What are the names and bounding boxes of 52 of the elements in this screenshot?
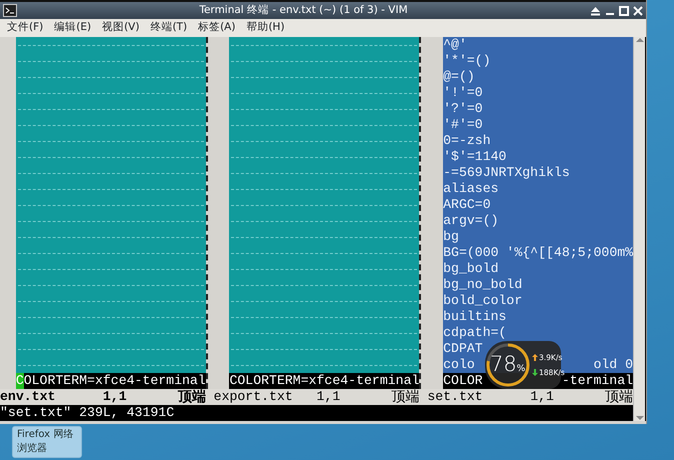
eject-icon[interactable]	[590, 6, 601, 16]
code-line: COLOR	[443, 373, 483, 389]
menu-item[interactable]: 终端(T)	[150, 20, 188, 36]
code-line: '$'=1140	[443, 149, 506, 165]
cursor-position: 1,1	[316, 389, 342, 405]
code-line: argv=()	[443, 213, 499, 229]
code-line: bg_no_bold	[443, 277, 522, 293]
menu-item[interactable]: 视图(V)	[102, 20, 140, 36]
file-name: env.txt	[0, 389, 56, 405]
scrollbar[interactable]	[633, 37, 646, 421]
code-line: CDPAT	[443, 341, 483, 357]
menu-item[interactable]: 帮助(H)	[246, 20, 285, 36]
taskbar-button[interactable]: Firefox 网络浏览器	[12, 426, 82, 458]
code-line: colo	[443, 357, 475, 373]
menu-item[interactable]: 编辑(E)	[54, 20, 92, 36]
code-line: BG=(000 '%{^[[48;5;000m%	[443, 245, 634, 261]
code-line: bold_color	[443, 293, 522, 309]
window-title: Terminal 终端 - env.txt (~) (1 of 3) - VIM	[198, 2, 409, 18]
file-name: set.txt	[427, 389, 484, 405]
upload-arrow-icon	[532, 354, 538, 361]
code-line: COLORTERM=xfce4-terminal	[229, 373, 420, 389]
code-line: -=569JNRTXghikls	[443, 165, 570, 181]
scroll-down-icon[interactable]	[636, 415, 644, 421]
code-line: old 0	[593, 357, 634, 373]
usage-percent: 78	[490, 352, 517, 376]
code-line: @=()	[443, 69, 475, 85]
code-line: bg_bold	[443, 261, 499, 277]
code-line: '*'=()	[443, 53, 491, 69]
file-name: export.txt	[214, 389, 294, 405]
code-line: aliases	[443, 181, 499, 197]
code-line: cdpath=(	[443, 325, 506, 341]
code-line: bg	[443, 229, 459, 245]
code-line: '#'=0	[443, 117, 483, 133]
cursor-position: 1,1	[530, 389, 555, 405]
gauge-ring	[485, 342, 531, 388]
code-line: '!'=0	[443, 85, 483, 101]
code-line: ARGC=0	[443, 197, 491, 213]
percent-unit: %	[516, 363, 526, 376]
download-arrow-icon	[532, 369, 538, 376]
scroll-position: 顶端	[178, 389, 206, 405]
code-line: builtins	[443, 309, 506, 325]
scroll-position: 顶端	[391, 389, 420, 405]
menu-item[interactable]: 文件(F)	[7, 20, 44, 36]
terminal-icon	[3, 4, 17, 17]
code-line: ^@'	[443, 37, 467, 53]
code-line: '?'=0	[443, 101, 483, 117]
maximize-icon[interactable]	[619, 6, 629, 16]
code-line: 0=-zsh	[443, 133, 491, 149]
menu-item[interactable]: 标签(A)	[198, 20, 236, 36]
cursor-position: 1,1	[102, 389, 128, 405]
close-icon[interactable]	[633, 6, 643, 16]
scroll-position: 顶端	[605, 389, 634, 405]
